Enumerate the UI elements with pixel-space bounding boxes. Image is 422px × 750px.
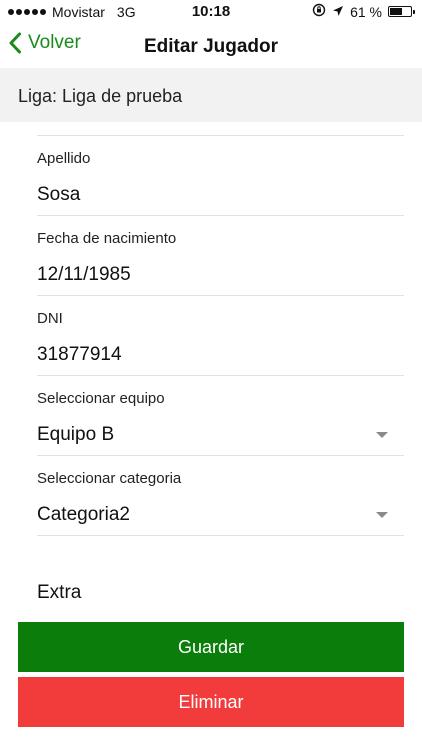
field-label: Seleccionar equipo — [37, 390, 165, 407]
extra-section-label: Extra — [37, 582, 82, 603]
save-button[interactable]: Guardar — [18, 622, 404, 672]
back-button-label: Volver — [28, 32, 81, 53]
field-label: Fecha de nacimiento — [37, 230, 177, 247]
field-label: Apellido — [37, 150, 91, 167]
location-arrow-icon — [332, 4, 344, 20]
surname-input[interactable]: Sosa — [37, 184, 80, 206]
team-select-value[interactable]: Equipo B — [37, 424, 114, 446]
navigation-bar: Volver Editar Jugador — [0, 24, 422, 68]
team-select[interactable]: Seleccionar equipo Equipo B — [37, 376, 404, 456]
surname-field[interactable]: Apellido Sosa — [37, 136, 404, 216]
status-bar-right: 61 % — [312, 3, 415, 20]
category-select-value[interactable]: Categoria2 — [37, 504, 130, 526]
orientation-lock-icon — [312, 3, 326, 20]
back-button[interactable]: Volver — [8, 32, 81, 54]
birthdate-field[interactable]: Fecha de nacimiento 12/11/1985 — [37, 216, 404, 296]
birthdate-input[interactable]: 12/11/1985 — [37, 264, 131, 286]
battery-fill — [390, 8, 403, 15]
chevron-left-icon — [8, 32, 22, 54]
league-label: Liga: Liga de prueba — [18, 86, 183, 106]
dropdown-arrow-icon[interactable] — [376, 512, 388, 518]
battery-icon — [388, 6, 415, 17]
category-select[interactable]: Seleccionar categoria Categoria2 — [37, 456, 404, 536]
dni-input[interactable]: 31877914 — [37, 344, 122, 366]
dropdown-arrow-icon[interactable] — [376, 432, 388, 438]
delete-button[interactable]: Eliminar — [18, 677, 404, 727]
battery-percent: 61 % — [350, 3, 382, 20]
field-label: Seleccionar categoria — [37, 470, 182, 487]
dni-field[interactable]: DNI 31877914 — [37, 296, 404, 376]
league-header: Liga: Liga de prueba — [0, 68, 422, 122]
field-label: DNI — [37, 310, 63, 327]
status-bar: Movistar 3G 10:18 61 % — [0, 0, 422, 24]
